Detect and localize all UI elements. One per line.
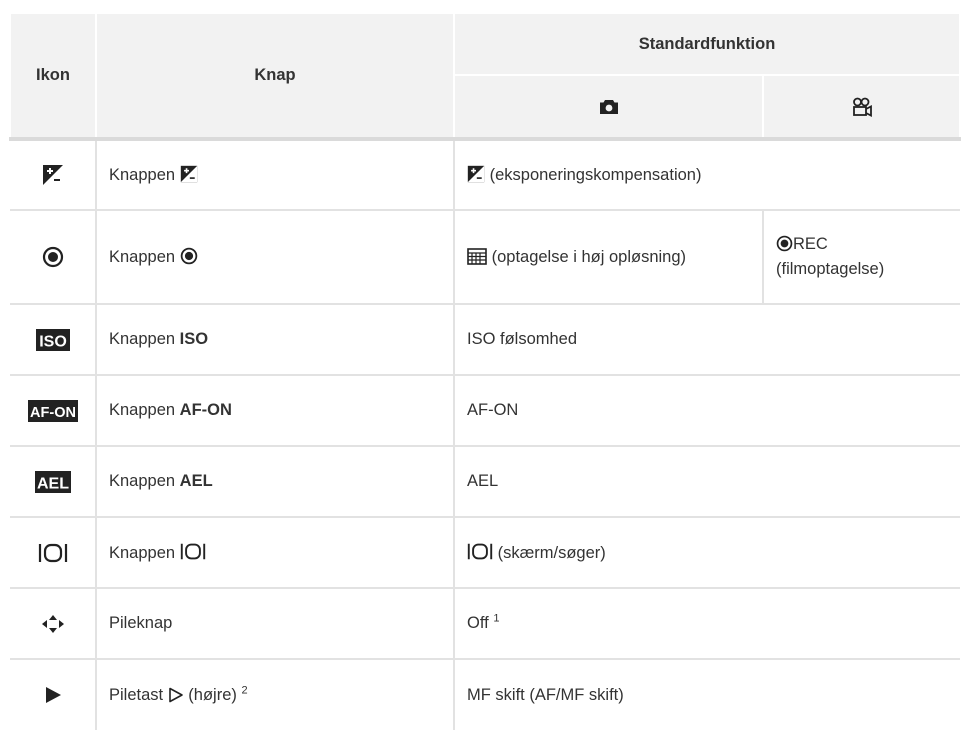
table-row: Piletast (højre) 2 MF skift (AF/MF skift… <box>10 659 961 730</box>
header-movie <box>761 74 962 141</box>
exposure-compensation-icon <box>180 165 197 183</box>
button-cell: Knappen AEL <box>95 446 454 518</box>
row-icon-cell <box>10 588 96 660</box>
function-cell: AF-ON <box>452 375 961 447</box>
footnote-ref: 2 <box>241 684 248 696</box>
record-icon <box>42 246 63 268</box>
row-icon-cell: AEL <box>10 446 96 518</box>
button-cell: Knappen ISO <box>95 304 454 376</box>
svg-text:AF-ON: AF-ON <box>30 405 76 421</box>
function-photo-cell: (optagelse i høj opløsning) <box>453 210 763 305</box>
table-row: ISO Knappen ISO ISO følsomhed <box>10 304 961 376</box>
right-arrow-icon <box>45 687 61 703</box>
lv-switch-icon <box>38 543 67 562</box>
header-default-function: Standardfunktion <box>452 12 962 76</box>
header-button: Knap <box>95 12 455 141</box>
button-cell: Knappen <box>95 139 454 211</box>
table-row: Pileknap Off 1 <box>10 588 961 660</box>
function-cell: Off 1 <box>452 588 961 660</box>
button-function-table: Ikon Knap Standardfunktion Knappen (eksp… <box>9 12 962 730</box>
row-icon-cell <box>10 517 96 589</box>
row-icon-cell <box>10 659 96 730</box>
header-icon: Ikon <box>9 12 97 141</box>
function-cell: (skærm/søger) <box>452 517 961 589</box>
lv-switch-icon <box>180 543 205 560</box>
arrow-pad-icon <box>41 614 64 633</box>
function-movie-cell: REC (filmoptagelse) <box>761 210 961 305</box>
svg-text:AEL: AEL <box>37 475 69 492</box>
right-arrow-outline-icon <box>168 687 183 702</box>
table-row: Knappen (eksponeringskompensation) <box>10 139 961 211</box>
ael-icon: AEL <box>34 470 71 493</box>
row-icon-cell <box>10 139 96 211</box>
button-cell: Pileknap <box>95 588 454 660</box>
footnote-ref: 1 <box>493 612 500 625</box>
exposure-compensation-icon <box>42 165 63 185</box>
camera-icon <box>599 99 618 114</box>
record-icon <box>180 247 197 265</box>
table-row: Knappen (optagelse i høj opløsning) REC … <box>10 210 961 305</box>
button-cell: Knappen <box>95 517 454 589</box>
movie-camera-icon <box>852 97 872 117</box>
af-on-icon: AF-ON <box>27 399 78 422</box>
function-cell: ISO følsomhed <box>452 304 961 376</box>
table-row: Knappen (skærm/søger) <box>10 517 961 589</box>
high-res-shot-icon <box>467 247 487 265</box>
header-photo <box>453 74 764 141</box>
row-icon-cell: ISO <box>10 304 96 376</box>
button-cell: Piletast (højre) 2 <box>95 659 454 730</box>
button-cell: Knappen <box>95 210 454 305</box>
table-row: AF-ON Knappen AF-ON AF-ON <box>10 375 961 447</box>
row-icon-cell <box>10 210 96 305</box>
row-icon-cell: AF-ON <box>10 375 96 447</box>
function-cell: MF skift (AF/MF skift) <box>452 659 961 730</box>
table-row: AEL Knappen AEL AEL <box>10 446 961 518</box>
svg-text:ISO: ISO <box>39 333 67 350</box>
function-cell: (eksponeringskompensation) <box>452 139 961 211</box>
record-icon <box>776 235 793 252</box>
lv-switch-icon <box>467 543 493 560</box>
function-cell: AEL <box>452 446 961 518</box>
exposure-compensation-icon <box>467 165 485 183</box>
iso-icon: ISO <box>35 328 70 351</box>
button-cell: Knappen AF-ON <box>95 375 454 447</box>
